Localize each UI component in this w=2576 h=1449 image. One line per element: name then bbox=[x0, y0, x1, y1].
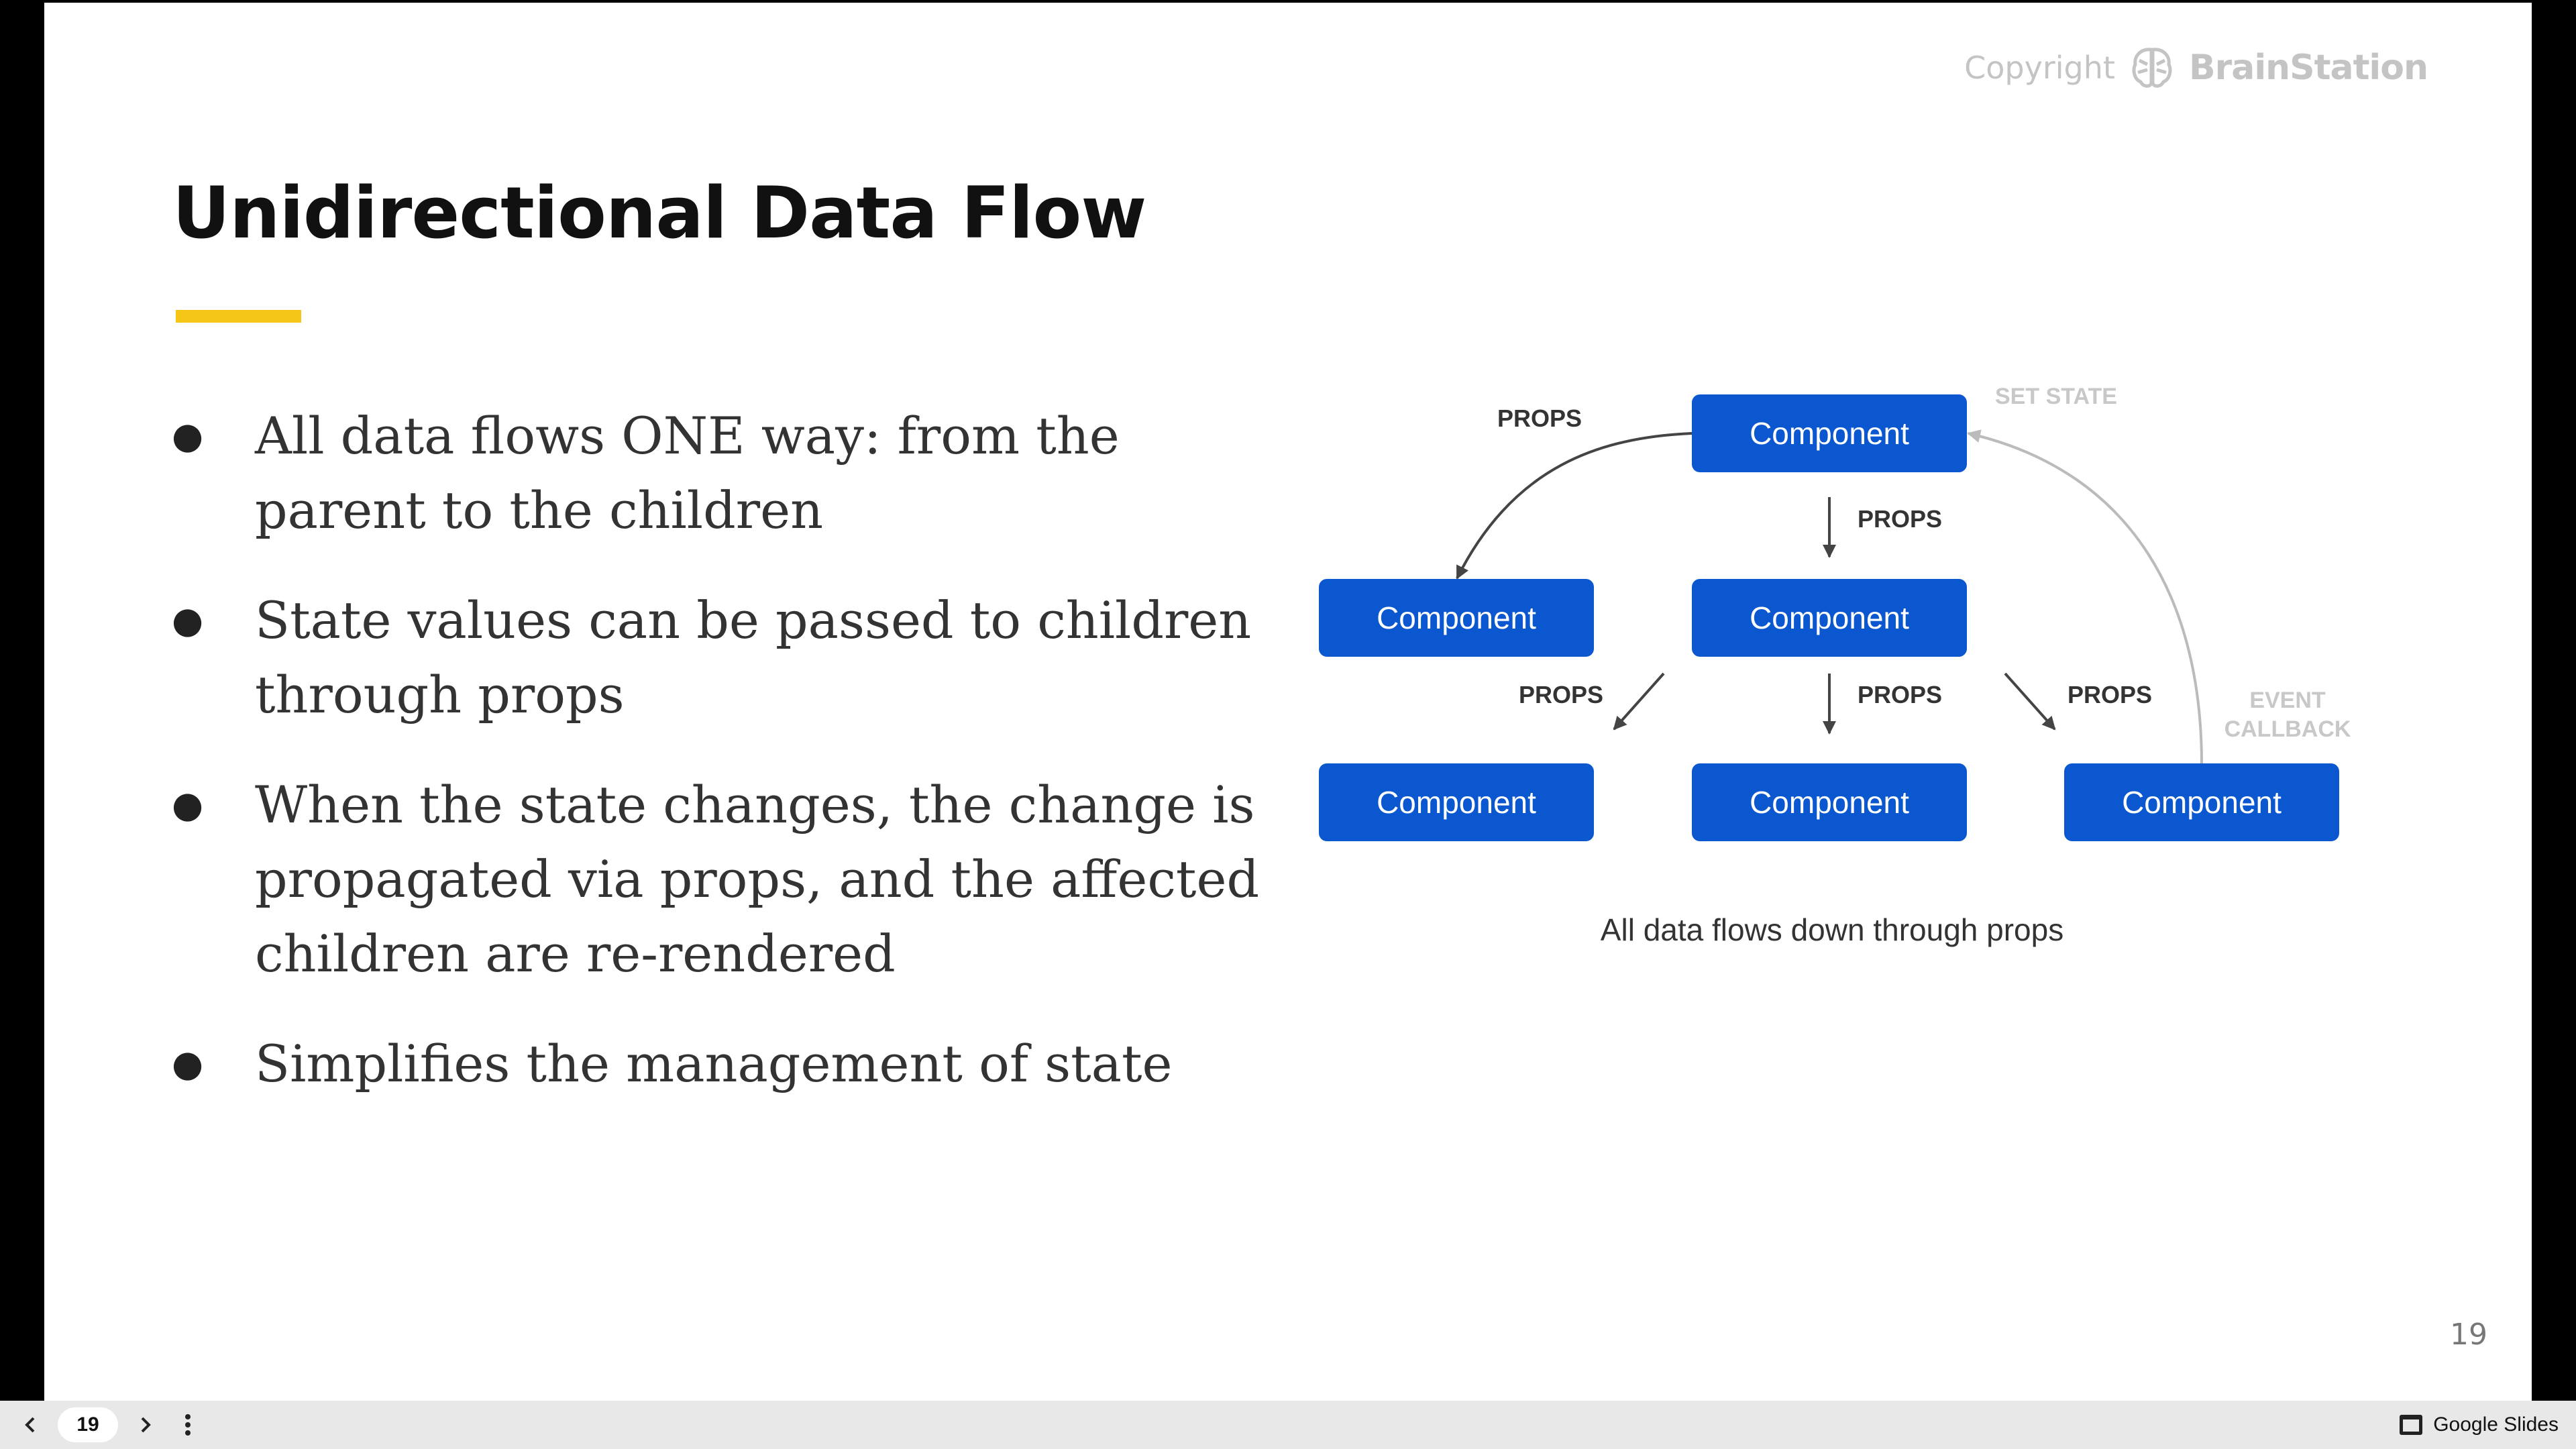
event-callback-label: CALLBACK bbox=[2224, 716, 2351, 742]
component-node: Component bbox=[1692, 763, 1967, 841]
more-vert-icon bbox=[185, 1414, 191, 1436]
app-name: Google Slides bbox=[2433, 1413, 2559, 1436]
diagram-caption: All data flows down through props bbox=[1601, 912, 2063, 947]
props-label: PROPS bbox=[1519, 681, 1603, 708]
component-label: Component bbox=[1377, 600, 1536, 635]
component-node: Component bbox=[1319, 579, 1594, 657]
data-flow-diagram: Component Component Component Component … bbox=[1319, 384, 2351, 947]
chevron-left-icon bbox=[25, 1417, 35, 1433]
event-callback-label: EVENT bbox=[2249, 688, 2326, 713]
slides-logo-icon bbox=[2400, 1415, 2423, 1435]
chevron-right-icon bbox=[141, 1417, 151, 1433]
component-label: Component bbox=[1750, 600, 1909, 635]
slide-number-input[interactable]: 19 bbox=[58, 1407, 118, 1442]
component-label: Component bbox=[1377, 785, 1536, 820]
component-label: Component bbox=[1750, 785, 1909, 820]
component-label: Component bbox=[2122, 785, 2282, 820]
presentation-viewer: Copyright BrainStation Unidirectional Da… bbox=[0, 0, 2576, 1449]
props-label: PROPS bbox=[2068, 681, 2152, 708]
component-node: Component bbox=[2064, 763, 2339, 841]
props-arrow-left bbox=[1613, 672, 1665, 731]
props-arrow-right bbox=[2004, 672, 2056, 731]
set-state-label: SET STATE bbox=[1995, 384, 2117, 409]
next-slide-button[interactable] bbox=[126, 1401, 164, 1449]
slide-number: 19 bbox=[2450, 1318, 2487, 1352]
previous-slide-button[interactable] bbox=[12, 1401, 50, 1449]
component-node: Component bbox=[1692, 579, 1967, 657]
component-node: Component bbox=[1692, 394, 1967, 472]
props-arrow-curved bbox=[1456, 432, 1693, 580]
component-label: Component bbox=[1750, 416, 1909, 451]
props-label: PROPS bbox=[1497, 405, 1582, 432]
props-label: PROPS bbox=[1858, 505, 1942, 533]
props-label: PROPS bbox=[1858, 681, 1942, 708]
component-node: Component bbox=[1319, 763, 1594, 841]
slides-toolbar: 19 Google Slides bbox=[0, 1401, 2576, 1449]
google-slides-link[interactable]: Google Slides bbox=[2400, 1401, 2559, 1449]
more-options-button[interactable] bbox=[169, 1401, 207, 1449]
slide: Copyright BrainStation Unidirectional Da… bbox=[44, 3, 2532, 1401]
event-callback-arrow bbox=[1967, 429, 2203, 765]
